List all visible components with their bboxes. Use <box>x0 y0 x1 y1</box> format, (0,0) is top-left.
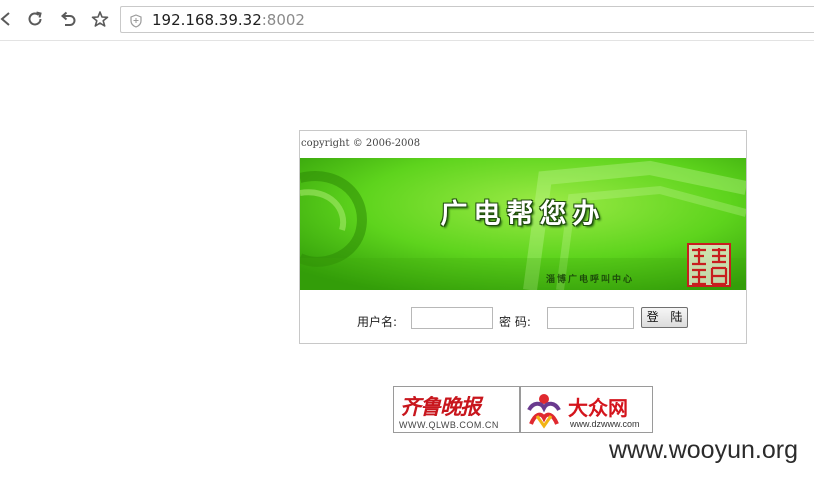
dzwww-url: www.dzwww.com <box>570 419 640 429</box>
shield-icon <box>130 13 142 32</box>
username-label: 用户名: <box>357 315 398 329</box>
reload-icon[interactable] <box>24 8 46 30</box>
url-port: :8002 <box>261 11 305 29</box>
undo-icon[interactable] <box>57 8 79 30</box>
qlwb-url: WWW.QLWB.COM.CN <box>399 420 499 430</box>
url-text: 192.168.39.32:8002 <box>152 11 305 29</box>
banner: 广电帮您办 淄博广电呼叫中心 <box>300 158 746 290</box>
qlwb-logo-link[interactable]: 齐鲁晚报 WWW.QLWB.COM.CN <box>393 386 520 433</box>
watermark-text: www.wooyun.org <box>609 436 798 464</box>
dzwww-logo-text: 大众网 <box>568 396 628 420</box>
login-panel: copyright © 2006-2008 广电帮您办 淄博广电呼叫中心 用户名… <box>299 130 747 344</box>
copyright-text: copyright © 2006-2008 <box>301 138 421 149</box>
back-icon[interactable] <box>0 8 16 30</box>
url-host: 192.168.39.32 <box>152 11 262 29</box>
qlwb-logo-text: 齐鲁晚报 <box>400 394 481 419</box>
login-button[interactable]: 登 陆 <box>641 307 688 328</box>
dzwww-emblem-icon <box>527 394 561 429</box>
username-input[interactable] <box>411 307 493 329</box>
banner-subtitle: 淄博广电呼叫中心 <box>546 275 635 285</box>
password-input[interactable] <box>547 307 634 329</box>
banner-title: 广电帮您办 <box>440 199 606 230</box>
login-form: 用户名: 密 码: 登 陆 <box>300 306 746 332</box>
browser-toolbar: 192.168.39.32:8002 <box>0 0 814 41</box>
partner-logos: 齐鲁晚报 WWW.QLWB.COM.CN 大众网 www.dzwww.com <box>393 386 653 434</box>
password-label: 密 码: <box>499 315 531 329</box>
seal-stamp <box>687 243 731 287</box>
address-bar[interactable]: 192.168.39.32:8002 <box>120 6 814 33</box>
dzwww-logo-link[interactable]: 大众网 www.dzwww.com <box>520 386 653 433</box>
bookmark-star-icon[interactable] <box>89 8 111 30</box>
